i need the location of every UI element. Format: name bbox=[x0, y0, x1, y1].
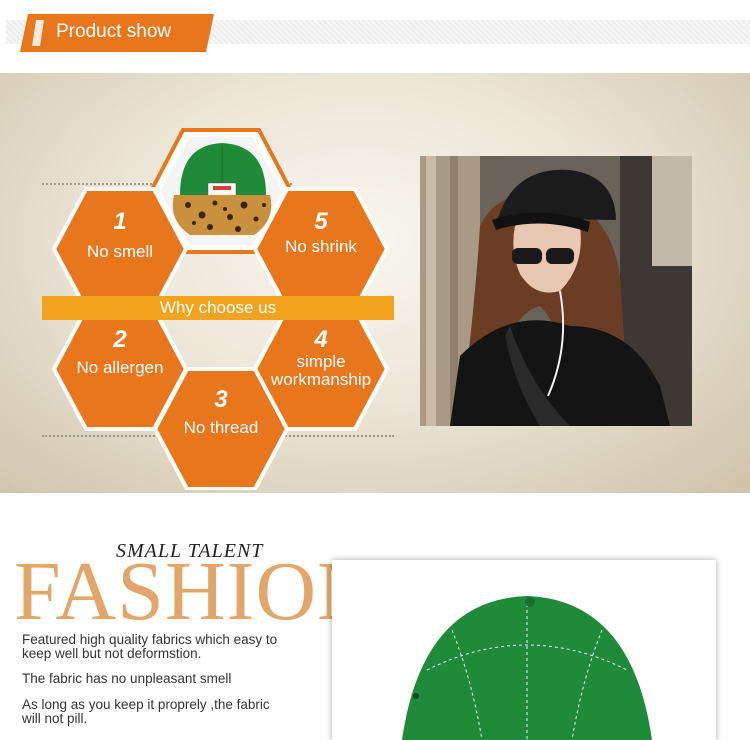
feature-number: 2 bbox=[113, 326, 127, 353]
description-line: As long as you keep it proprely ,the fab… bbox=[22, 697, 270, 712]
fashion-title: FASHION bbox=[14, 545, 379, 638]
feature-number: 5 bbox=[314, 208, 328, 235]
feature-label: No allergen bbox=[76, 358, 164, 377]
feature-label: No thread bbox=[183, 418, 259, 437]
feature-label: simple bbox=[296, 352, 346, 371]
feature-label: workmanship bbox=[270, 370, 372, 389]
feature-number: 1 bbox=[113, 208, 127, 235]
feature-label: No smell bbox=[86, 242, 154, 261]
description-line: keep well but not deformstion. bbox=[22, 646, 202, 661]
description-line: will not pill. bbox=[22, 711, 88, 726]
why-choose-strip: Why choose us bbox=[42, 296, 394, 320]
model-photo bbox=[420, 156, 692, 426]
feature-number: 3 bbox=[214, 386, 228, 413]
feature-label: No shrink bbox=[285, 237, 357, 256]
description-line: The fabric has no unpleasant smell bbox=[22, 671, 232, 686]
section-title: Product show bbox=[56, 21, 172, 42]
feature-number: 4 bbox=[314, 326, 328, 353]
description-line: Featured high quality fabrics which easy… bbox=[22, 632, 278, 647]
green-cap-image bbox=[402, 596, 652, 740]
product-image-frame bbox=[332, 560, 716, 740]
